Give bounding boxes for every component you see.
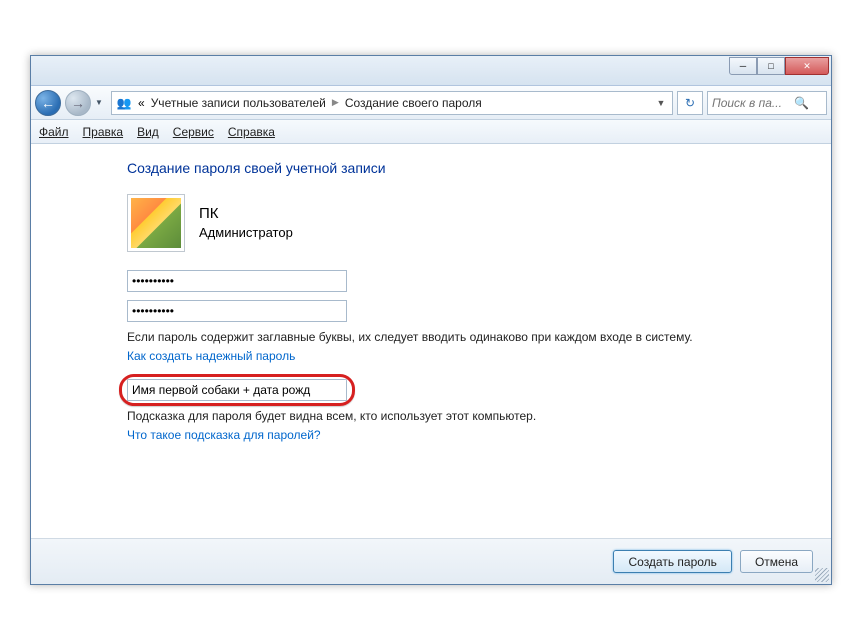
arrow-left-icon: ← bbox=[41, 95, 55, 111]
refresh-button[interactable]: ↻ bbox=[677, 91, 703, 115]
password-hint-input[interactable] bbox=[127, 379, 347, 401]
back-button[interactable]: ← bbox=[35, 90, 61, 116]
create-password-button[interactable]: Создать пароль bbox=[613, 550, 731, 573]
crumb-create-password[interactable]: Создание своего пароля bbox=[345, 96, 482, 110]
avatar-frame bbox=[127, 194, 185, 252]
confirm-password-input[interactable] bbox=[127, 300, 347, 322]
control-panel-window: ─ □ ✕ ← → ▼ 👥 « Учетные записи пользоват… bbox=[30, 55, 832, 585]
menu-edit[interactable]: Правка bbox=[83, 125, 124, 139]
crumb-prefix: « bbox=[138, 96, 145, 110]
menu-help[interactable]: Справка bbox=[228, 125, 275, 139]
hint-row bbox=[127, 379, 801, 401]
nav-history-dropdown[interactable]: ▼ bbox=[95, 98, 107, 107]
user-accounts-icon: 👥 bbox=[116, 95, 132, 111]
chevron-right-icon: ▶ bbox=[332, 97, 339, 108]
menu-tools[interactable]: Сервис bbox=[173, 125, 214, 139]
address-dropdown[interactable]: ▼ bbox=[654, 98, 668, 108]
cancel-button[interactable]: Отмена bbox=[740, 550, 813, 573]
menu-bar: Файл Правка Вид Сервис Справка bbox=[31, 120, 831, 144]
window-buttons: ─ □ ✕ bbox=[729, 57, 829, 75]
avatar-image bbox=[131, 198, 181, 248]
menu-view[interactable]: Вид bbox=[137, 125, 159, 139]
user-info-row: ПК Администратор bbox=[127, 194, 801, 252]
caps-note: Если пароль содержит заглавные буквы, их… bbox=[127, 330, 801, 344]
resize-grip-icon[interactable] bbox=[815, 568, 829, 582]
hint-info-link[interactable]: Что такое подсказка для паролей? bbox=[127, 428, 321, 442]
navigation-bar: ← → ▼ 👥 « Учетные записи пользователей ▶… bbox=[31, 86, 831, 120]
refresh-icon: ↻ bbox=[685, 96, 695, 110]
close-button[interactable]: ✕ bbox=[785, 57, 829, 75]
search-icon[interactable]: 🔍 bbox=[794, 96, 809, 110]
arrow-right-icon: → bbox=[71, 95, 85, 111]
forward-button[interactable]: → bbox=[65, 90, 91, 116]
user-info: ПК Администратор bbox=[199, 203, 293, 242]
user-name: ПК bbox=[199, 203, 293, 224]
crumb-user-accounts[interactable]: Учетные записи пользователей bbox=[151, 96, 326, 110]
search-input[interactable] bbox=[712, 96, 790, 110]
maximize-button[interactable]: □ bbox=[757, 57, 785, 75]
content-area: Создание пароля своей учетной записи ПК … bbox=[31, 144, 831, 472]
address-bar[interactable]: 👥 « Учетные записи пользователей ▶ Созда… bbox=[111, 91, 673, 115]
page-heading: Создание пароля своей учетной записи bbox=[127, 160, 801, 176]
titlebar: ─ □ ✕ bbox=[31, 56, 831, 86]
minimize-button[interactable]: ─ bbox=[729, 57, 757, 75]
user-role: Администратор bbox=[199, 224, 293, 242]
hint-note: Подсказка для пароля будет видна всем, к… bbox=[127, 409, 801, 423]
footer-bar: Создать пароль Отмена bbox=[31, 538, 831, 584]
search-box[interactable]: 🔍 bbox=[707, 91, 827, 115]
strong-password-link[interactable]: Как создать надежный пароль bbox=[127, 349, 295, 363]
menu-file[interactable]: Файл bbox=[39, 125, 69, 139]
new-password-input[interactable] bbox=[127, 270, 347, 292]
